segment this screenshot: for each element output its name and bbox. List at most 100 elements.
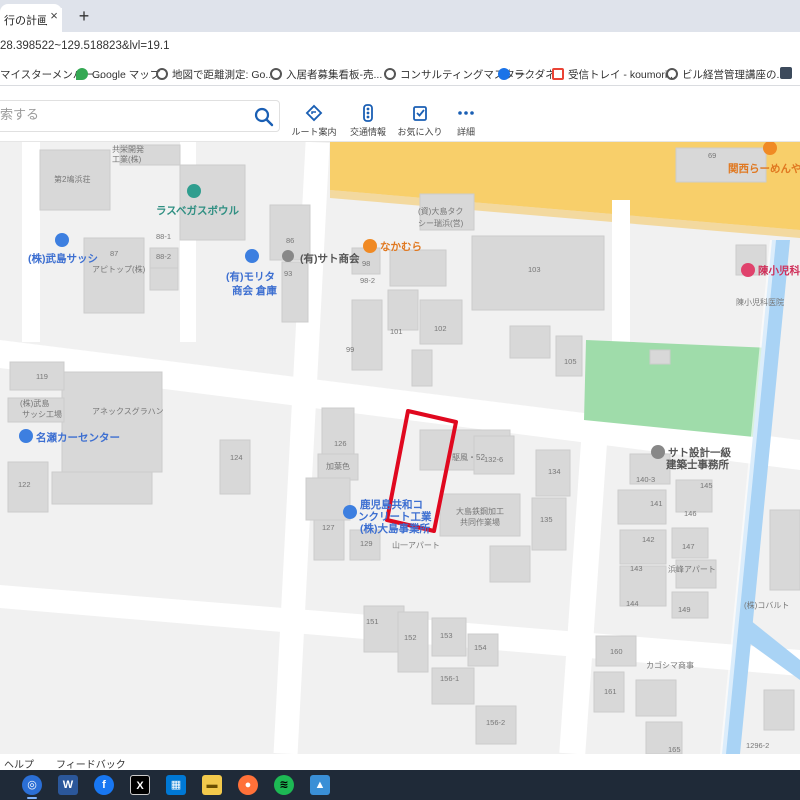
search-icon[interactable]	[252, 105, 276, 129]
label-apitop: アピトップ(株)	[92, 264, 146, 274]
label-kagoshima-dorm: カゴシマ商事	[646, 660, 694, 670]
lot-number: 147	[682, 542, 695, 551]
search-input[interactable]	[0, 107, 240, 122]
poi-morita: (有)モリタ	[226, 270, 275, 283]
poi-naze-car-center: 名瀬カーセンター	[36, 431, 120, 444]
lot-number: 99	[346, 345, 354, 354]
lot-number: 87	[110, 249, 118, 258]
map-canvas[interactable]: ラスベガスボウル (株)武島サッシ (有)モリタ 商会 倉庫 (有)サト商会 な…	[0, 142, 800, 754]
feedback-link[interactable]: フィードバック	[56, 756, 126, 771]
lot-number: 132-6	[484, 455, 503, 464]
map-header: ルート案内 交通情報 お気に入り 詳細	[0, 86, 800, 142]
poi-sato-sekkei-2: 建築士事務所	[665, 458, 729, 471]
lot-number: 86	[286, 236, 294, 245]
map-svg[interactable]: ラスベガスボウル (株)武島サッシ (有)モリタ 商会 倉庫 (有)サト商会 な…	[0, 142, 800, 754]
x-icon[interactable]: X	[130, 775, 150, 795]
label-oshima-2: 共同作業場	[460, 517, 500, 527]
more-label: 詳細	[456, 127, 475, 137]
poi-sato-shokai: (有)サト商会	[300, 252, 360, 265]
chrome-icon[interactable]: ◎	[22, 775, 42, 795]
bookmark-label: ビル経営管理講座の...	[682, 69, 786, 81]
bookmark-label: 地図で距離測定: Go...	[172, 69, 275, 81]
more-button[interactable]: 詳細	[436, 104, 496, 138]
windows-store-icon[interactable]: ▦	[166, 775, 186, 795]
windows-taskbar: ◎ W f X ▦ ▬ ● ≋ ▲	[0, 770, 800, 800]
photos-icon[interactable]: ▲	[310, 775, 330, 795]
label-cobalt: (株)コバルト	[744, 600, 789, 610]
traffic-icon	[363, 104, 373, 122]
bookmark-overflow[interactable]	[780, 67, 796, 80]
bookmark-item[interactable]: 地図で距離測定: Go...	[156, 67, 274, 82]
bookmark-item[interactable]: ビル経営管理講座の...	[666, 67, 785, 82]
route-button[interactable]: ルート案内	[284, 104, 344, 138]
label-kyoei-2: 工業(株)	[112, 154, 142, 164]
lot-number: 105	[564, 357, 577, 366]
lot-number: 143	[630, 564, 643, 573]
bookmark-label: 入居者募集看板-売...	[286, 69, 383, 81]
label-dai2: 第2鳩浜荘	[54, 174, 90, 184]
lot-number: 160	[610, 647, 623, 656]
restaurant-icon	[363, 239, 377, 253]
lot-number: 127	[322, 523, 335, 532]
lot-number: 122	[18, 480, 31, 489]
lot-number: 145	[700, 481, 713, 490]
lot-number: 126	[334, 439, 347, 448]
spotify-icon[interactable]: ≋	[274, 775, 294, 795]
poi-kansai-ramen: 関西らーめんや	[728, 163, 800, 175]
poi-takeshima-sash: (株)武島サッシ	[28, 252, 98, 265]
label-hamamine-apt: 浜峰アパート	[668, 564, 716, 574]
lot-number: 88-1	[156, 232, 171, 241]
lot-number: 156-2	[486, 718, 505, 727]
firefox-icon[interactable]: ●	[238, 775, 258, 795]
new-tab-button[interactable]: +	[74, 6, 94, 26]
lot-number: 134	[548, 467, 561, 476]
bookmark-label: Google マップ	[92, 69, 161, 81]
lot-number: 69	[708, 151, 716, 160]
word-icon[interactable]: W	[58, 775, 78, 795]
label-annex: アネックスグラハン	[92, 406, 164, 416]
lot-number: 93	[284, 269, 292, 278]
lot-number: 129	[360, 539, 373, 548]
traffic-button[interactable]: 交通情報	[338, 104, 398, 138]
lot-number: 141	[650, 499, 663, 508]
bookmark-item[interactable]: 受信トレイ - koumori...	[552, 67, 676, 82]
poi-kagoshima-1: 鹿児島共和コ	[360, 498, 423, 511]
globe-icon	[270, 68, 282, 80]
bookmark-item[interactable]: 入居者募集看板-売...	[270, 67, 382, 82]
factory-icon	[343, 505, 357, 519]
lot-number: 152	[404, 633, 417, 642]
bookmark-label: ラクダネ	[514, 69, 556, 81]
lot-number: 103	[528, 265, 541, 274]
label-takeshima-factory-2: サッシ工場	[22, 409, 62, 419]
shop-icon	[282, 250, 294, 262]
lot-number: 140-3	[636, 475, 655, 484]
globe-icon	[666, 68, 678, 80]
globe-icon	[156, 68, 168, 80]
lot-number: 142	[642, 535, 655, 544]
lot-number: 135	[540, 515, 553, 524]
label-taxi-1: (資)大島タク	[418, 206, 463, 216]
label-takeshima-factory-1: (株)武島	[20, 398, 49, 408]
address-bar[interactable]: 28.398522~129.518823&lvl=19.1	[0, 32, 800, 62]
help-link[interactable]: ヘルプ	[4, 756, 34, 771]
bookmarks-bar: マイスターメンバー... Google マップ 地図で距離測定: Go... 入…	[0, 62, 800, 86]
bookmark-item[interactable]: Google マップ	[76, 67, 160, 82]
traffic-label: 交通情報	[349, 127, 386, 137]
maps-pin-icon	[76, 68, 88, 80]
route-label: ルート案内	[291, 127, 337, 137]
file-explorer-icon[interactable]: ▬	[202, 775, 222, 795]
office-icon	[651, 445, 665, 459]
more-icon	[458, 111, 474, 115]
label-clinic-sub: 陳小児科医院	[736, 297, 784, 307]
poi-sato-sekkei-1: サト設計一級	[668, 446, 731, 459]
tab-close-icon[interactable]: ×	[46, 8, 62, 24]
url-text[interactable]: 28.398522~129.518823&lvl=19.1	[0, 40, 169, 52]
map-footer: ヘルプ フィードバック	[0, 754, 800, 771]
poi-kagoshima-3: (株)大島事業所	[360, 522, 430, 535]
lot-number: 101	[390, 327, 403, 336]
globe-icon	[384, 68, 396, 80]
label-yama-apt: 山一アパート	[392, 540, 440, 550]
facebook-icon[interactable]: f	[94, 775, 114, 795]
bookmark-item[interactable]: ラクダネ	[498, 67, 556, 82]
bowling-icon	[187, 184, 201, 198]
